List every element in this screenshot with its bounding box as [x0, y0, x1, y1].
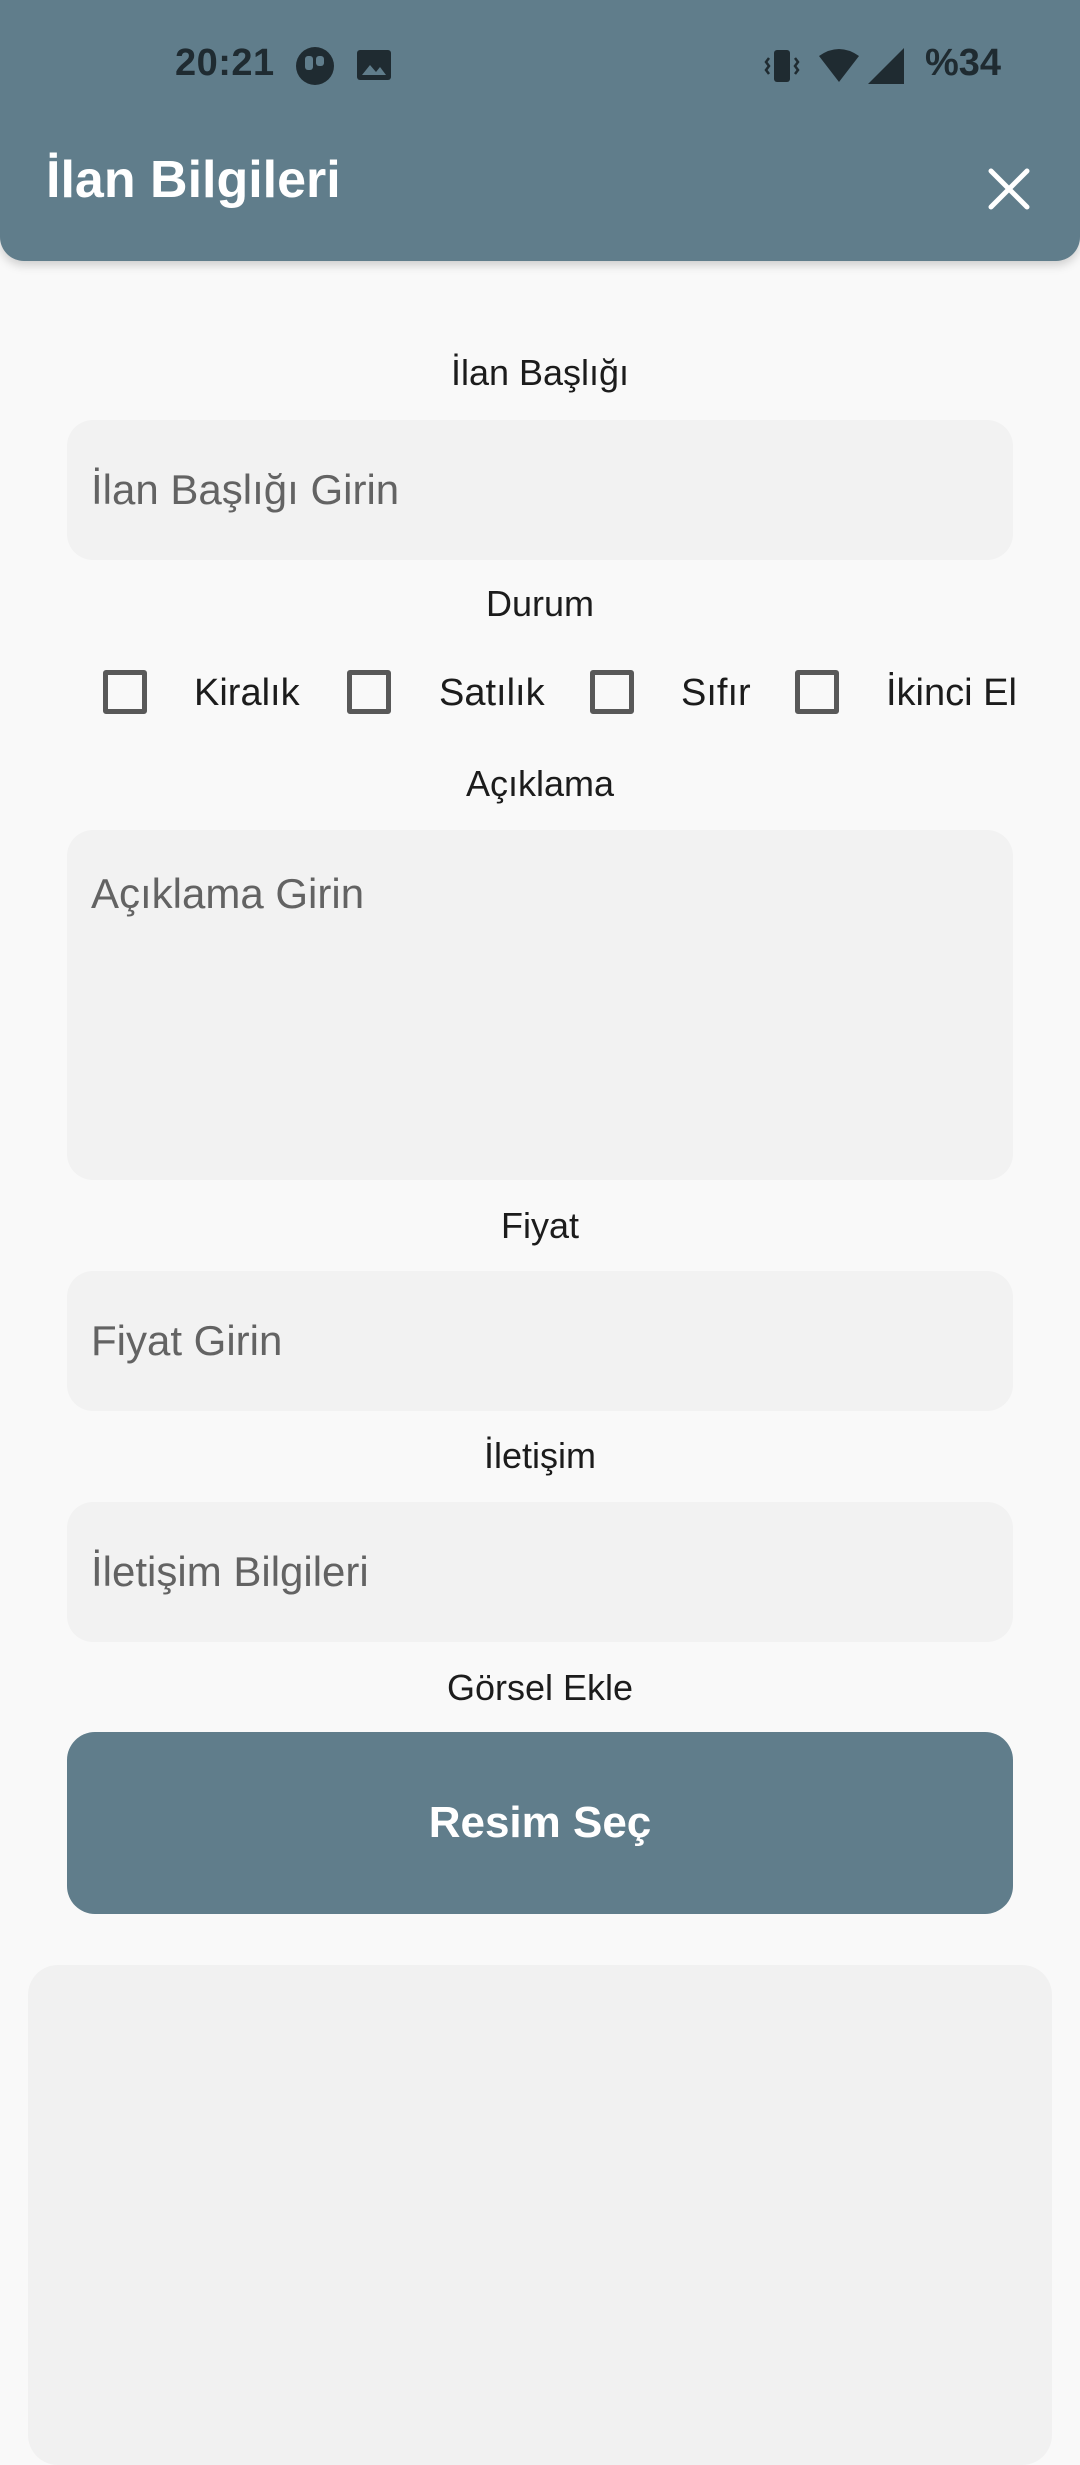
description-input[interactable]: Açıklama Girin [67, 830, 1013, 1180]
checkbox-label-satilik: Satılık [439, 672, 545, 714]
checkbox-label-kiralik: Kiralık [194, 672, 300, 714]
page-title: İlan Bilgileri [46, 151, 341, 209]
status-options: Kiralık Satılık Sıfır İkinci El [0, 664, 1080, 726]
price-label: Fiyat [500, 1205, 579, 1246]
select-image-button-label: Resim Seç [428, 1798, 652, 1847]
image-preview-area [28, 1965, 1052, 2465]
app-bar: 20:21 %34 İlan Bilgileri [0, 0, 1080, 261]
title-input[interactable]: İlan Başlığı Girin [67, 420, 1013, 560]
title-input-placeholder: İlan Başlığı Girin [91, 466, 400, 513]
description-input-placeholder: Açıklama Girin [91, 870, 365, 917]
select-image-button[interactable]: Resim Seç [67, 1732, 1013, 1914]
status-label: Durum [485, 583, 595, 624]
price-input-placeholder: Fiyat Girin [91, 1317, 283, 1364]
status-time: 20:21 [175, 42, 275, 84]
checkbox-label-sifir: Sıfır [681, 672, 751, 714]
vibrate-icon [762, 46, 802, 86]
checkbox-label-ikinci-el: İkinci El [886, 672, 1017, 714]
checkbox-ikinci-el[interactable] [795, 670, 839, 714]
app-notification-icon [295, 46, 335, 86]
image-notification-icon [355, 46, 395, 86]
contact-input[interactable]: İletişim Bilgileri [67, 1502, 1013, 1642]
contact-input-placeholder: İletişim Bilgileri [91, 1548, 369, 1595]
close-button[interactable] [972, 152, 1046, 226]
image-label: Görsel Ekle [446, 1667, 634, 1708]
checkbox-satilik[interactable] [347, 670, 391, 714]
checkbox-sifir[interactable] [590, 670, 634, 714]
close-icon [988, 168, 1030, 210]
checkbox-kiralik[interactable] [103, 670, 147, 714]
description-label: Açıklama [465, 763, 615, 804]
battery-level: %34 [925, 42, 1002, 84]
contact-label: İletişim [483, 1435, 596, 1476]
title-label: İlan Başlığı [450, 352, 630, 393]
status-bar: 20:21 %34 [0, 0, 1080, 136]
wifi-icon [818, 46, 859, 86]
cell-signal-icon [866, 46, 906, 86]
price-input[interactable]: Fiyat Girin [67, 1271, 1013, 1411]
